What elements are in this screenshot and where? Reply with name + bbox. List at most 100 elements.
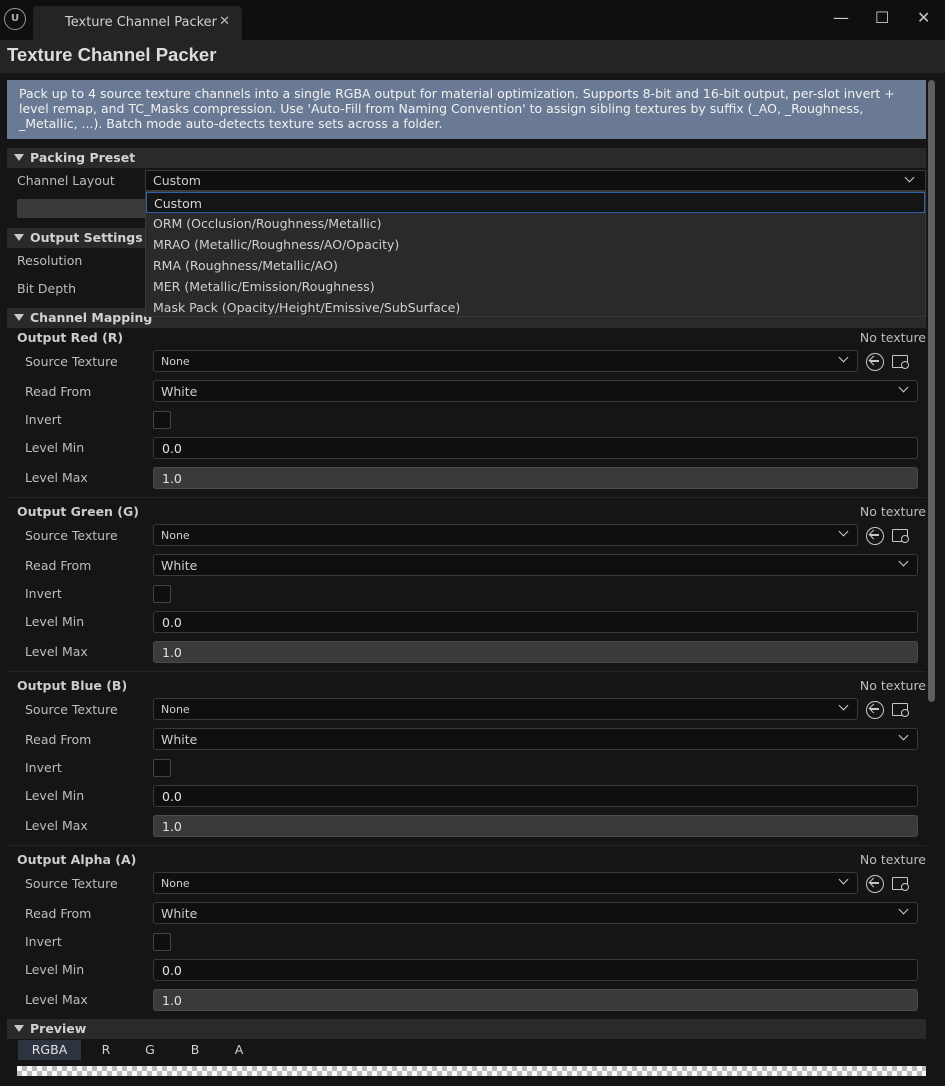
level-max-input[interactable]: 1.0 (153, 989, 918, 1011)
read-from-dropdown[interactable]: White (153, 728, 918, 750)
auto-fill-button[interactable] (17, 199, 147, 218)
divider (7, 497, 926, 498)
collapse-triangle-icon (14, 314, 24, 321)
level-max-label: Level Max (25, 644, 88, 659)
source-texture-dropdown[interactable]: None (153, 524, 858, 546)
invert-checkbox[interactable] (153, 933, 171, 951)
level-min-label: Level Min (25, 440, 85, 455)
level-min-input[interactable]: 0.0 (153, 611, 918, 633)
channel-title-blue: Output Blue (B) (17, 678, 128, 693)
section-label: Packing Preset (30, 150, 136, 165)
menu-item-mrao[interactable]: MRAO (Metallic/Roughness/AO/Opacity) (146, 234, 925, 255)
source-texture-label: Source Texture (25, 876, 118, 891)
section-label: Channel Mapping (30, 310, 153, 325)
tab-close-icon[interactable]: ✕ (219, 14, 230, 29)
preview-tab-a[interactable]: A (227, 1040, 251, 1060)
level-min-input[interactable]: 0.0 (153, 959, 918, 981)
section-label: Preview (30, 1021, 87, 1036)
channel-layout-menu: Custom ORM (Occlusion/Roughness/Metallic… (145, 191, 926, 317)
read-from-label: Read From (25, 558, 92, 573)
menu-item-custom[interactable]: Custom (146, 192, 925, 213)
read-from-dropdown[interactable]: White (153, 902, 918, 924)
invert-checkbox[interactable] (153, 411, 171, 429)
vertical-scrollbar[interactable] (928, 80, 935, 702)
browse-asset-icon[interactable] (892, 701, 910, 719)
source-texture-value: None (161, 877, 190, 890)
level-min-value: 0.0 (162, 789, 182, 804)
channel-layout-dropdown[interactable]: Custom (145, 170, 926, 191)
divider (7, 845, 926, 846)
invert-checkbox[interactable] (153, 759, 171, 777)
collapse-triangle-icon (14, 154, 24, 161)
bit-depth-label: Bit Depth (17, 281, 76, 296)
texture-status: No texture (859, 852, 926, 867)
use-selected-asset-icon[interactable] (866, 353, 884, 371)
level-max-value: 1.0 (162, 993, 182, 1008)
use-selected-asset-icon[interactable] (866, 875, 884, 893)
chevron-down-icon (898, 904, 909, 915)
source-texture-dropdown[interactable]: None (153, 698, 858, 720)
level-min-input[interactable]: 0.0 (153, 437, 918, 459)
menu-item-rma[interactable]: RMA (Roughness/Metallic/AO) (146, 255, 925, 276)
texture-status: No texture (859, 504, 926, 519)
channel-title-alpha: Output Alpha (A) (17, 852, 137, 867)
menu-item-orm[interactable]: ORM (Occlusion/Roughness/Metallic) (146, 213, 925, 234)
chevron-down-icon (838, 526, 849, 537)
browse-asset-icon[interactable] (892, 527, 910, 545)
use-selected-asset-icon[interactable] (866, 701, 884, 719)
close-window-icon[interactable]: ✕ (917, 8, 930, 27)
section-label: Output Settings (30, 230, 143, 245)
preview-tab-g[interactable]: G (138, 1040, 162, 1060)
menu-item-mask-pack[interactable]: Mask Pack (Opacity/Height/Emissive/SubSu… (146, 297, 925, 318)
level-min-label: Level Min (25, 614, 85, 629)
read-from-value: White (161, 732, 198, 747)
preview-tab-b[interactable]: B (183, 1040, 207, 1060)
maximize-icon[interactable]: ☐ (875, 8, 889, 27)
document-tab[interactable]: Texture Channel Packer ✕ (33, 6, 242, 40)
read-from-label: Read From (25, 384, 92, 399)
channel-layout-value: Custom (153, 173, 201, 188)
invert-checkbox[interactable] (153, 585, 171, 603)
invert-label: Invert (25, 412, 62, 427)
minimize-icon[interactable]: — (833, 8, 849, 27)
texture-status: No texture (859, 678, 926, 693)
source-texture-dropdown[interactable]: None (153, 872, 858, 894)
level-min-label: Level Min (25, 962, 85, 977)
level-min-input[interactable]: 0.0 (153, 785, 918, 807)
source-texture-value: None (161, 703, 190, 716)
page-title: Texture Channel Packer (7, 44, 217, 65)
use-selected-asset-icon[interactable] (866, 527, 884, 545)
read-from-dropdown[interactable]: White (153, 554, 918, 576)
browse-asset-icon[interactable] (892, 875, 910, 893)
chevron-down-icon (898, 556, 909, 567)
menu-item-mer[interactable]: MER (Metallic/Emission/Roughness) (146, 276, 925, 297)
preview-tab-rgba[interactable]: RGBA (18, 1040, 81, 1060)
info-description: Pack up to 4 source texture channels int… (7, 80, 926, 139)
level-max-value: 1.0 (162, 645, 182, 660)
source-texture-value: None (161, 529, 190, 542)
header-bar: Texture Channel Packer (0, 40, 945, 73)
source-texture-dropdown[interactable]: None (153, 350, 858, 372)
level-max-label: Level Max (25, 470, 88, 485)
source-texture-label: Source Texture (25, 702, 118, 717)
preview-tab-r[interactable]: R (94, 1040, 118, 1060)
read-from-dropdown[interactable]: White (153, 380, 918, 402)
channel-title-green: Output Green (G) (17, 504, 139, 519)
source-texture-value: None (161, 355, 190, 368)
browse-asset-icon[interactable] (892, 353, 910, 371)
chevron-down-icon (838, 352, 849, 363)
level-max-label: Level Max (25, 992, 88, 1007)
divider (7, 671, 926, 672)
level-min-value: 0.0 (162, 615, 182, 630)
invert-label: Invert (25, 760, 62, 775)
texture-status: No texture (859, 330, 926, 345)
section-packing-preset[interactable]: Packing Preset (7, 148, 926, 168)
level-max-input[interactable]: 1.0 (153, 467, 918, 489)
chevron-down-icon (904, 172, 915, 183)
level-max-input[interactable]: 1.0 (153, 641, 918, 663)
level-max-input[interactable]: 1.0 (153, 815, 918, 837)
read-from-value: White (161, 558, 198, 573)
section-preview[interactable]: Preview (7, 1019, 926, 1039)
level-max-label: Level Max (25, 818, 88, 833)
unreal-logo-icon: U (4, 8, 26, 30)
